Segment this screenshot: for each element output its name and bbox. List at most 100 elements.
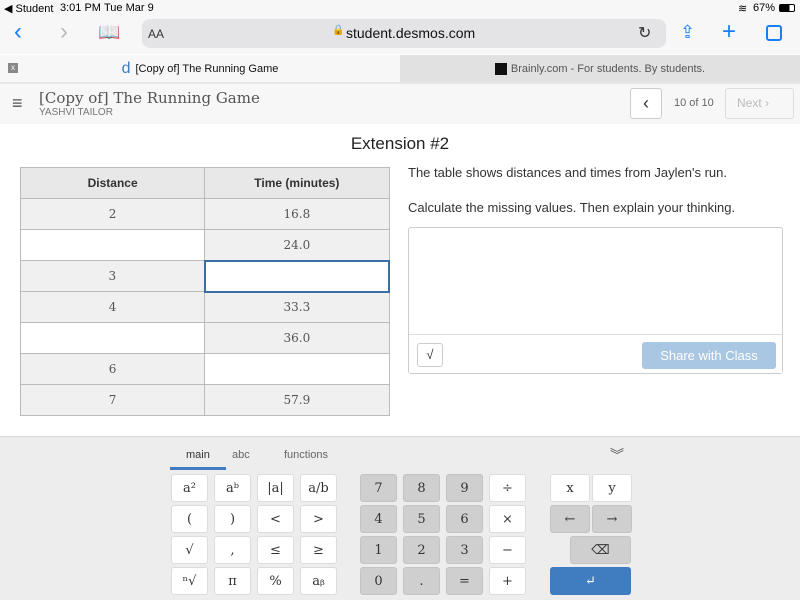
key-12[interactable]: ⁿ√ <box>171 567 208 595</box>
key-11[interactable]: ≥ <box>300 536 337 564</box>
column-header: Distance <box>19 167 206 199</box>
date: Tue Mar 9 <box>104 2 154 14</box>
key-2[interactable]: |a| <box>257 474 294 502</box>
key-5[interactable]: ) <box>214 505 251 533</box>
key-+[interactable]: + <box>489 567 526 595</box>
key-1[interactable]: 1 <box>360 536 397 564</box>
share-icon[interactable]: ⇪ <box>680 22 695 43</box>
keyboard-tab-main[interactable]: main <box>170 449 226 470</box>
next-label: Next <box>737 96 762 110</box>
key-6[interactable]: 6 <box>446 505 483 533</box>
table-input-cell[interactable] <box>204 353 390 385</box>
back-to-app[interactable]: ◀ Student <box>4 2 53 15</box>
keyboard-tab-functions[interactable]: functions <box>284 449 328 467</box>
left-arrow-key[interactable]: ← <box>550 505 590 533</box>
table-row: 2 16.8 <box>19 198 390 230</box>
table-row: 4 33.3 <box>19 291 390 323</box>
key-6[interactable]: < <box>257 505 294 533</box>
key-8[interactable]: √ <box>171 536 208 564</box>
activity-header: ≡ [Copy of] The Running Game YASHVI TAIL… <box>0 82 800 124</box>
table-input-cell[interactable] <box>203 259 391 293</box>
key-7[interactable]: 7 <box>360 474 397 502</box>
url-text: student.desmos.com <box>346 25 476 41</box>
battery-level: 67% <box>753 2 776 14</box>
enter-key[interactable]: ↵ <box>550 567 631 595</box>
table-cell: 3 <box>19 260 206 292</box>
tab-label: Brainly.com - For students. By students. <box>510 62 706 75</box>
activity-title: [Copy of] The Running Game <box>39 89 260 107</box>
key-0[interactable]: 0 <box>360 567 397 595</box>
next-screen-button[interactable]: Next › <box>725 88 794 119</box>
key-4[interactable]: ( <box>171 505 208 533</box>
key-5[interactable]: 5 <box>403 505 440 533</box>
menu-icon[interactable]: ≡ <box>12 93 23 114</box>
table-cell: 2 <box>19 198 206 230</box>
status-bar: ◀ Student 3:01 PM Tue Mar 9 ≋ 67% <box>0 0 800 16</box>
table-cell: 4 <box>19 291 206 323</box>
table-row: 7 57.9 <box>19 384 390 416</box>
key-13[interactable]: π <box>214 567 251 595</box>
page-indicator: 10 of 10 <box>674 97 714 109</box>
new-tab-icon[interactable]: + <box>722 18 736 46</box>
table-row: 3 <box>19 259 391 293</box>
prompt-text: Calculate the missing values. Then expla… <box>408 200 736 215</box>
back-icon[interactable]: ‹ <box>14 18 22 46</box>
key-3[interactable]: 3 <box>446 536 483 564</box>
tabs-icon[interactable] <box>766 25 782 41</box>
key-=[interactable]: = <box>446 567 483 595</box>
tab-desmos[interactable]: x d [Copy of] The Running Game <box>0 55 400 82</box>
table-row: 24.0 <box>19 229 390 261</box>
key-y[interactable]: y <box>592 474 632 502</box>
key-1[interactable]: aᵇ <box>214 474 251 502</box>
table-cell: 16.8 <box>204 198 390 230</box>
brainly-icon <box>494 62 507 75</box>
key-9[interactable]: 9 <box>446 474 483 502</box>
key-−[interactable]: − <box>489 536 526 564</box>
key-9[interactable]: , <box>214 536 251 564</box>
table-cell: 7 <box>19 384 206 416</box>
key-10[interactable]: ≤ <box>257 536 294 564</box>
right-arrow-key[interactable]: → <box>592 505 632 533</box>
response-input[interactable] <box>409 228 782 334</box>
table-cell: 36.0 <box>204 322 390 354</box>
table-input-cell[interactable] <box>19 229 206 261</box>
table-cell: 6 <box>19 353 206 385</box>
collapse-keyboard-icon[interactable]: ︾ <box>610 445 624 465</box>
browser-toolbar: ‹ › 📖 AA 🔒 student.desmos.com ↻ ⇪ + <box>0 16 800 54</box>
tab-brainly[interactable]: Brainly.com - For students. By students. <box>400 55 800 82</box>
key-×[interactable]: × <box>489 505 526 533</box>
battery-icon <box>779 4 795 12</box>
key-0[interactable]: a² <box>171 474 208 502</box>
table-cell: 24.0 <box>204 229 390 261</box>
key-÷[interactable]: ÷ <box>489 474 526 502</box>
table-row: 6 <box>19 353 390 385</box>
column-header: Time (minutes) <box>204 167 390 199</box>
lock-icon: 🔒 <box>332 25 345 36</box>
reload-icon[interactable]: ↻ <box>638 23 651 43</box>
key-4[interactable]: 4 <box>360 505 397 533</box>
wifi-icon: ≋ <box>738 3 748 15</box>
key-8[interactable]: 8 <box>403 474 440 502</box>
response-box: √ Share with Class <box>408 227 783 374</box>
key-x[interactable]: x <box>550 474 590 502</box>
key-14[interactable]: % <box>257 567 294 595</box>
forward-icon[interactable]: › <box>60 18 68 46</box>
text-size-button[interactable]: AA <box>148 27 164 41</box>
share-with-class-button[interactable]: Share with Class <box>642 342 776 369</box>
math-input-button[interactable]: √ <box>417 343 443 367</box>
desmos-icon: d <box>121 59 131 77</box>
table-input-cell[interactable] <box>19 322 206 354</box>
close-tab-icon[interactable]: x <box>8 63 18 73</box>
key-.[interactable]: . <box>403 567 440 595</box>
bookmarks-icon[interactable]: 📖 <box>98 22 120 43</box>
backspace-key[interactable]: ⌫ <box>570 536 631 564</box>
key-15[interactable]: aᵦ <box>300 567 337 595</box>
prompt-text: The table shows distances and times from… <box>408 165 727 180</box>
key-3[interactable]: a/b <box>300 474 337 502</box>
address-bar[interactable]: AA 🔒 student.desmos.com ↻ <box>142 19 666 48</box>
key-7[interactable]: > <box>300 505 337 533</box>
previous-screen-button[interactable]: ‹ <box>630 88 662 119</box>
screen-title: Extension #2 <box>350 134 450 153</box>
keyboard-tab-abc[interactable]: abc <box>232 449 250 467</box>
key-2[interactable]: 2 <box>403 536 440 564</box>
